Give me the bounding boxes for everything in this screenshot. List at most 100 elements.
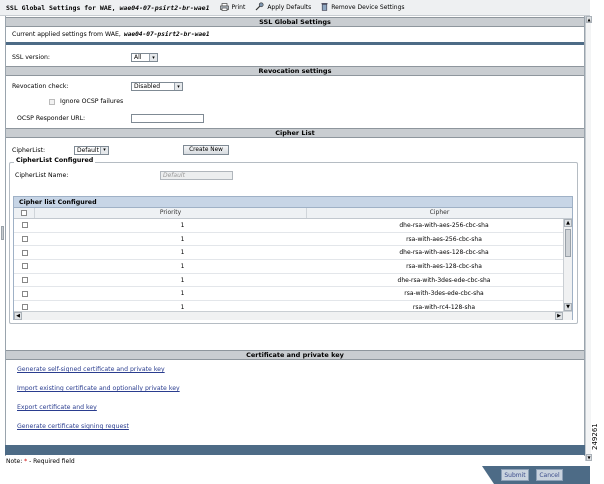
cipherlist-name-label: CipherList Name:: [15, 172, 69, 179]
cipherlist-name-row: CipherList Name: Default: [15, 171, 233, 180]
apply-defaults-icon: [255, 2, 264, 13]
table-row: 1 dhe-rsa-with-aes-128-cbc-sha: [14, 246, 572, 261]
resize-grip[interactable]: [1, 226, 4, 240]
scroll-left-icon[interactable]: ◀: [14, 312, 22, 320]
cipher-cell: rsa-with-aes-256-cbc-sha: [406, 235, 482, 243]
cipher-cell: rsa-with-rc4-128-sha: [412, 303, 476, 311]
cipher-table-body: 1 dhe-rsa-with-aes-256-cbc-sha 1 rsa-wit…: [14, 219, 572, 311]
table-vertical-scrollbar[interactable]: ▲ ▼: [563, 219, 572, 311]
chevron-down-icon: ▾: [149, 54, 157, 61]
ocsp-url-row: OCSP Responder URL:: [17, 114, 204, 123]
revocation-header: Revocation settings: [6, 66, 584, 76]
ssl-version-select[interactable]: All ▾: [131, 53, 158, 62]
cipher-cell: rsa-with-3des-ede-cbc-sha: [404, 290, 484, 298]
priority-cell: 1: [180, 235, 185, 243]
table-horizontal-scrollbar[interactable]: ◀ ▶: [14, 311, 572, 320]
cancel-button[interactable]: Cancel: [536, 469, 563, 481]
row-checkbox[interactable]: [21, 290, 28, 297]
priority-cell: 1: [180, 221, 185, 229]
scroll-up-icon[interactable]: ▲: [564, 219, 572, 227]
export-certificate-link[interactable]: Export certificate and key: [17, 404, 97, 411]
ocsp-url-label: OCSP Responder URL:: [17, 115, 86, 122]
cipher-column-header[interactable]: Cipher: [307, 208, 572, 218]
required-asterisk: *: [24, 458, 28, 465]
scroll-right-icon[interactable]: ▶: [555, 312, 563, 320]
ignore-ocsp-label: Ignore OCSP failures: [60, 98, 124, 105]
import-certificate-link[interactable]: Import existing certificate and optional…: [17, 385, 180, 392]
ssl-version-value: All: [134, 54, 142, 61]
cipher-table-header: Priority Cipher: [14, 208, 572, 219]
priority-cell: 1: [180, 276, 185, 284]
window-title: SSL Global Settings for WAE, wae04-07-ps…: [0, 4, 210, 12]
page-scrollbar[interactable]: ▲ ▼: [585, 16, 592, 461]
table-row: 1 rsa-with-aes-256-cbc-sha: [14, 233, 572, 247]
priority-cell: 1: [180, 290, 185, 298]
ocsp-url-input[interactable]: [131, 114, 204, 123]
current-device-name: wae04-07-psirt2-br-wae1: [123, 31, 210, 38]
cipherlist-value: Default: [77, 146, 99, 154]
revocation-check-select[interactable]: Disabled ▾: [131, 82, 183, 91]
table-row: 1 dhe-rsa-with-aes-256-cbc-sha: [14, 219, 572, 233]
generate-csr-link[interactable]: Generate certificate signing request: [17, 423, 129, 430]
revocation-check-row: Revocation check: Disabled ▾: [12, 82, 183, 91]
cipher-cell: rsa-with-aes-128-cbc-sha: [406, 262, 482, 270]
note-prefix: Note:: [6, 458, 23, 465]
scroll-up-icon[interactable]: ▲: [586, 16, 592, 23]
ssl-version-row: SSL version: All ▾: [12, 53, 158, 62]
row-checkbox[interactable]: [21, 236, 28, 243]
row-checkbox[interactable]: [21, 249, 28, 256]
scroll-down-icon[interactable]: ▼: [586, 454, 592, 461]
cipher-cell: dhe-rsa-with-3des-ede-cbc-sha: [397, 276, 491, 284]
print-button[interactable]: Print: [219, 2, 246, 13]
cipher-cell: dhe-rsa-with-aes-128-cbc-sha: [399, 249, 489, 257]
remove-device-settings-button[interactable]: Remove Device Settings: [321, 2, 405, 13]
chevron-down-icon: ▾: [100, 146, 108, 154]
select-all-cell: [14, 208, 35, 218]
select-all-checkbox[interactable]: [21, 210, 27, 216]
cipherlist-select[interactable]: Default ▾: [74, 145, 109, 155]
create-new-button[interactable]: Create New: [183, 145, 229, 155]
ignore-ocsp-checkbox[interactable]: [49, 98, 55, 105]
apply-defaults-label: Apply Defaults: [267, 4, 312, 11]
print-label: Print: [231, 4, 246, 11]
section-divider: [6, 42, 584, 45]
cipher-cell: dhe-rsa-with-aes-256-cbc-sha: [399, 221, 489, 229]
priority-cell: 1: [180, 262, 185, 270]
row-checkbox[interactable]: [21, 304, 28, 311]
generate-self-signed-link[interactable]: Generate self-signed certificate and pri…: [17, 366, 165, 373]
cipherlist-row: CipherList: Default ▾ Create New: [12, 145, 229, 155]
scroll-thumb[interactable]: [565, 229, 571, 257]
submit-button[interactable]: Submit: [501, 469, 529, 481]
table-row: 1 rsa-with-aes-128-cbc-sha: [14, 260, 572, 274]
footer-bar: [5, 445, 585, 455]
apply-defaults-button[interactable]: Apply Defaults: [255, 2, 311, 13]
row-checkbox[interactable]: [21, 263, 28, 270]
cipherlist-label: CipherList:: [12, 146, 46, 154]
current-settings-text: Current applied settings from WAE,: [12, 31, 121, 38]
row-checkbox[interactable]: [21, 277, 28, 284]
table-row: 1 rsa-with-3des-ede-cbc-sha: [14, 287, 572, 302]
revocation-check-value: Disabled: [134, 83, 161, 90]
cipherlist-name-input[interactable]: Default: [160, 171, 233, 180]
printer-icon: [219, 2, 229, 13]
row-checkbox[interactable]: [21, 222, 28, 229]
window-title-device: wae04-07-psirt2-br-wae1: [119, 3, 210, 12]
ssl-settings-header: SSL Global Settings: [6, 17, 584, 27]
trash-icon: [321, 2, 328, 13]
certificate-header: Certificate and private key: [6, 350, 584, 360]
ignore-ocsp-row: Ignore OCSP failures: [49, 98, 123, 105]
required-note: Note: * - Required field: [6, 458, 75, 465]
priority-cell: 1: [180, 303, 185, 311]
ssl-version-label: SSL version:: [12, 54, 51, 61]
current-settings-line: Current applied settings from WAE, wae04…: [12, 31, 210, 38]
revocation-check-label: Revocation check:: [12, 83, 69, 90]
remove-device-settings-label: Remove Device Settings: [331, 4, 405, 11]
table-row: 1 dhe-rsa-with-3des-ede-cbc-sha: [14, 274, 572, 288]
priority-column-header[interactable]: Priority: [35, 208, 307, 218]
figure-number: 249261: [591, 423, 599, 450]
window-titlebar: SSL Global Settings for WAE, wae04-07-ps…: [0, 0, 590, 16]
cipher-list-header: Cipher List: [6, 128, 584, 138]
chevron-down-icon: ▾: [174, 83, 182, 90]
note-suffix: - Required field: [29, 458, 75, 465]
scroll-down-icon[interactable]: ▼: [564, 303, 572, 311]
